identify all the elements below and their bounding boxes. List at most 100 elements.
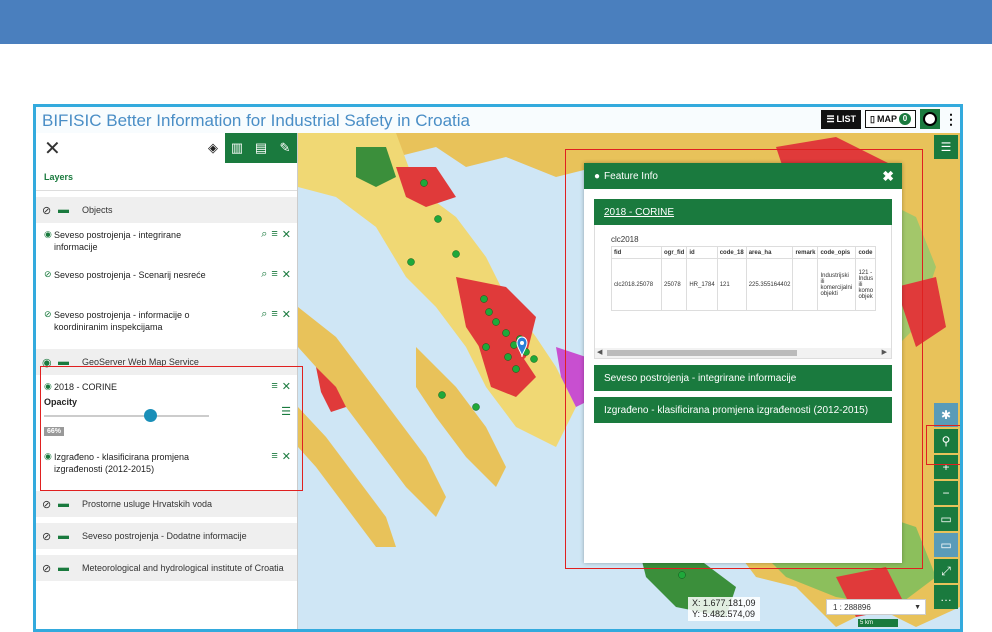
- identify-location-icon[interactable]: ⚲: [934, 429, 958, 453]
- close-panel-icon[interactable]: ✕: [36, 136, 66, 161]
- table-header-row: fid ogr_fid id code_18 area_ha remark co…: [611, 246, 877, 259]
- column-header: code_18: [716, 246, 747, 259]
- eye-off-icon[interactable]: ⊘: [42, 530, 58, 543]
- opacity-percent-badge: 66%: [44, 427, 65, 436]
- zoom-out-icon[interactable]: −: [934, 481, 958, 505]
- layer-group-geoserver[interactable]: ◉ ▬ GeoServer Web Map Service: [36, 349, 297, 375]
- table-row: clc2018.25078 25078 HR_1784 121 225.3551…: [611, 258, 877, 311]
- tab-layers[interactable]: Layers: [36, 163, 297, 191]
- eye-off-icon[interactable]: ⊘: [42, 562, 58, 575]
- feature-table-name: clc2018: [611, 235, 639, 244]
- layer-item-corine[interactable]: ◉ 2018 - CORINE ≡ ✕ Opacity ☰ 66%: [36, 375, 297, 445]
- menu-icon[interactable]: ☰: [934, 135, 958, 159]
- list-view-button[interactable]: ☰ LIST: [821, 109, 862, 129]
- zoom-to-icon[interactable]: ⌕: [261, 308, 267, 321]
- layer-item[interactable]: ◉ Seveso postrojenja - integrirane infor…: [36, 223, 297, 263]
- map-view-button[interactable]: ▯ MAP 0: [865, 110, 916, 128]
- opacity-label: Opacity: [44, 397, 78, 407]
- layer-group-hrvatske-vode[interactable]: ⊘ ▬ Prostorne usluge Hrvatskih voda: [36, 491, 297, 517]
- feature-info-title: Feature Info: [604, 170, 658, 182]
- zoom-previous-icon[interactable]: ▭: [934, 533, 958, 557]
- app-title: BIFISIC Better Information for Industria…: [42, 111, 471, 130]
- panel-tools: ◈ ▥ ▤ ✎: [201, 133, 297, 163]
- layer-label: Seveso postrojenja - integrirane informa…: [54, 230, 182, 252]
- table-cell: HR_1784: [686, 258, 718, 311]
- browser-header-bar: [0, 0, 992, 44]
- scale-value: 1 : 288896: [833, 602, 871, 612]
- eye-icon[interactable]: ◉: [44, 229, 52, 240]
- group-label: Prostorne usluge Hrvatskih voda: [82, 499, 213, 509]
- layer-item[interactable]: ⊘ Seveso postrojenja - informacije o koo…: [36, 303, 297, 343]
- layer-actions: ⌕ ≡ ✕: [261, 308, 291, 321]
- filter-icon[interactable]: ≡: [271, 450, 277, 463]
- panel-header: ✕ ◈ ▥ ▤ ✎: [36, 133, 297, 163]
- top-controls: ☰ LIST ▯ MAP 0 ⋮: [821, 109, 958, 129]
- draw-brush-icon[interactable]: ✎: [273, 133, 297, 163]
- filter-icon[interactable]: ≡: [271, 308, 277, 321]
- scrollbar-thumb[interactable]: [607, 350, 797, 356]
- opacity-slider[interactable]: [44, 409, 209, 423]
- map-book-icon[interactable]: ▤: [249, 133, 273, 163]
- scroll-right-icon[interactable]: ▶: [882, 348, 887, 356]
- remove-icon[interactable]: ✕: [282, 228, 291, 241]
- layers-panel: ✕ ◈ ▥ ▤ ✎ Layers ⊘ ▬ Objects ◉ Seveso po…: [36, 133, 298, 629]
- eye-off-icon[interactable]: ⊘: [44, 309, 52, 320]
- filter-icon[interactable]: ≡: [271, 380, 277, 393]
- compass-icon[interactable]: ✱: [934, 403, 958, 427]
- feature-section-izgradeno[interactable]: Izgrađeno - klasificirana promjena izgra…: [594, 397, 892, 423]
- eye-icon[interactable]: ◉: [44, 451, 52, 462]
- horizontal-scrollbar[interactable]: ◀ ▶: [595, 348, 891, 358]
- zoom-in-icon[interactable]: +: [934, 455, 958, 479]
- layer-item[interactable]: ⊘ Seveso postrojenja - Scenarij nesreće …: [36, 263, 297, 303]
- scale-select[interactable]: 1 : 288896 ▼: [826, 599, 926, 615]
- map-count-badge: 0: [899, 113, 911, 125]
- more-options-icon[interactable]: …: [934, 585, 958, 609]
- layers-icon[interactable]: ◈: [201, 133, 225, 163]
- layer-group-meteo[interactable]: ⊘ ▬ Meteorological and hydrological inst…: [36, 555, 297, 581]
- folder-icon: ▬: [58, 204, 69, 216]
- chevron-down-icon: ▼: [914, 603, 921, 611]
- user-icon: [923, 112, 937, 126]
- table-cell: 25078: [660, 258, 688, 311]
- scroll-left-icon[interactable]: ◀: [597, 348, 602, 356]
- column-header: area_ha: [745, 246, 794, 259]
- eye-icon[interactable]: ◉: [44, 381, 52, 392]
- table-cell: clc2018.25078: [611, 258, 662, 311]
- dot-icon: ●: [594, 170, 601, 182]
- list-icon: ☰: [826, 113, 835, 124]
- filter-icon[interactable]: ≡: [271, 268, 277, 281]
- folder-icon: ▬: [58, 356, 69, 368]
- more-menu-icon[interactable]: ⋮: [944, 111, 958, 128]
- table-cell: 121: [716, 258, 747, 311]
- remove-icon[interactable]: ✕: [282, 380, 291, 393]
- legend-list-icon[interactable]: ☰: [281, 405, 291, 418]
- table-cell: 121 - Indus ili komo objek: [855, 258, 877, 311]
- slider-handle[interactable]: [144, 409, 158, 422]
- zoom-extent-icon[interactable]: ▭: [934, 507, 958, 531]
- eye-off-icon[interactable]: ⊘: [42, 498, 58, 511]
- user-account-button[interactable]: [920, 109, 940, 129]
- layer-group-seveso-dodatne[interactable]: ⊘ ▬ Seveso postrojenja - Dodatne informa…: [36, 523, 297, 549]
- layer-label: Seveso postrojenja - Scenarij nesreće: [54, 270, 206, 280]
- eye-icon[interactable]: ◉: [42, 356, 58, 369]
- layer-group-objects[interactable]: ⊘ ▬ Objects: [36, 197, 297, 223]
- feature-section-seveso[interactable]: Seveso postrojenja - integrirane informa…: [594, 365, 892, 391]
- eye-off-icon[interactable]: ⊘: [44, 269, 52, 280]
- remove-icon[interactable]: ✕: [282, 450, 291, 463]
- scale-bar: 5 km: [858, 619, 898, 627]
- eye-off-icon[interactable]: ⊘: [42, 204, 58, 217]
- zoom-to-icon[interactable]: ⌕: [261, 228, 267, 241]
- catalog-icon[interactable]: ▥: [225, 133, 249, 163]
- layer-item-izgradeno[interactable]: ◉ Izgrađeno - klasificirana promjena izg…: [36, 445, 297, 485]
- column-header: code: [855, 246, 877, 259]
- zoom-to-icon[interactable]: ⌕: [261, 268, 267, 281]
- filter-icon[interactable]: ≡: [271, 228, 277, 241]
- remove-icon[interactable]: ✕: [282, 268, 291, 281]
- fullscreen-icon[interactable]: ⤢: [934, 559, 958, 583]
- column-header: remark: [792, 246, 819, 259]
- close-icon[interactable]: ✖: [882, 168, 894, 185]
- feature-tab-corine[interactable]: 2018 - CORINE: [594, 199, 892, 225]
- feature-table-container: clc2018 fid ogr_fid id code_18 area_ha r…: [594, 225, 892, 359]
- remove-icon[interactable]: ✕: [282, 308, 291, 321]
- app-frame: BIFISIC Better Information for Industria…: [33, 104, 963, 632]
